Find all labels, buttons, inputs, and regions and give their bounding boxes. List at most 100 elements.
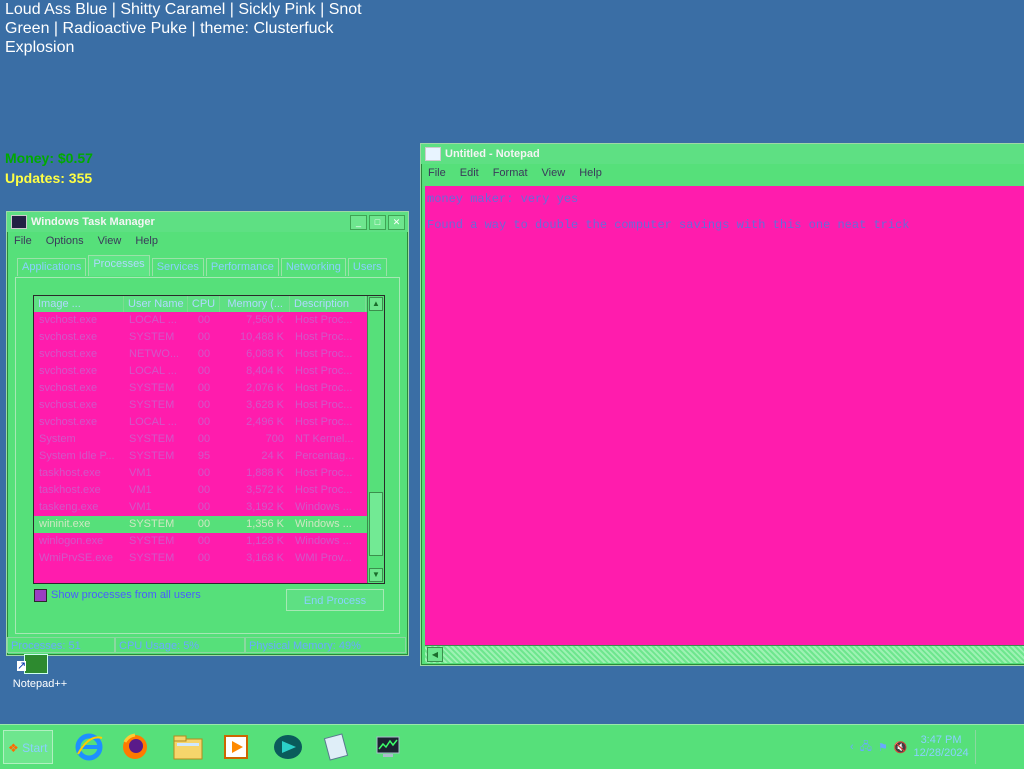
cell-cpu: 00 (197, 433, 211, 445)
tab-applications[interactable]: Applications (17, 258, 87, 276)
column-cpu[interactable]: CPU (188, 296, 220, 312)
task-manager-titlebar[interactable]: Windows Task Manager (7, 212, 408, 232)
cell-memory: 3,628 K (246, 399, 284, 411)
show-all-users-checkbox[interactable] (34, 589, 47, 602)
menu-file[interactable]: File (7, 235, 39, 247)
cell-description: Windows ... (295, 501, 352, 513)
menu-edit[interactable]: Edit (453, 167, 486, 179)
table-row[interactable]: wininit.exe SYSTEM 00 1,356 K Windows ... (34, 516, 384, 533)
volume-muted-icon[interactable]: 🔇 (894, 741, 908, 754)
table-row[interactable]: taskhost.exe VM1 00 1,888 K Host Proc... (34, 465, 384, 482)
start-label: Start (22, 741, 48, 755)
process-rows: svchost.exe LOCAL ... 00 7,560 K Host Proc..… (34, 312, 384, 567)
cell-memory: 8,404 K (246, 365, 284, 377)
end-process-button[interactable]: End Process (286, 589, 384, 611)
notepad-taskbar-icon[interactable] (314, 729, 358, 765)
tab-users[interactable]: Users (347, 258, 387, 276)
menu-file[interactable]: File (421, 167, 453, 179)
table-row[interactable]: svchost.exe NETWO... 00 6,088 K Host Proc... (34, 346, 384, 363)
network-icon[interactable]: 🖧 (860, 738, 872, 757)
table-row[interactable]: svchost.exe SYSTEM 00 3,628 K Host Proc... (34, 397, 384, 414)
clock[interactable]: 3:47 PM 12/28/2024 (914, 734, 969, 760)
scroll-left-arrow[interactable]: ◀ (427, 647, 443, 662)
table-row[interactable]: svchost.exe LOCAL ... 00 8,404 K Host Proc..… (34, 363, 384, 380)
task-manager-statusbar: Processes: 51 CPU Usage: 5% Physical Mem… (7, 637, 408, 655)
notepad-menubar: File Edit Format View Help (421, 164, 1024, 182)
process-list-scrollbar[interactable]: ▲ ▼ (367, 296, 384, 583)
task-manager-taskbar-icon[interactable] (366, 729, 410, 765)
cell-cpu: 00 (197, 484, 211, 496)
media-player-icon[interactable] (214, 729, 258, 765)
menu-help[interactable]: Help (128, 235, 165, 247)
show-all-users-label[interactable]: Show processes from all users (51, 589, 201, 601)
cell-image-name: svchost.exe (39, 314, 98, 326)
scroll-up-arrow[interactable]: ▲ (369, 297, 383, 311)
tab-services[interactable]: Services (151, 258, 204, 276)
table-row[interactable]: svchost.exe SYSTEM 00 10,488 K Host Proc... (34, 329, 384, 346)
menu-options[interactable]: Options (39, 235, 91, 247)
cell-description: Host Proc... (295, 382, 353, 394)
column-user-name[interactable]: User Name (124, 296, 188, 312)
menu-format[interactable]: Format (486, 167, 535, 179)
table-row[interactable]: taskhost.exe VM1 00 3,572 K Host Proc... (34, 482, 384, 499)
table-row[interactable]: svchost.exe SYSTEM 00 2,076 K Host Proc... (34, 380, 384, 397)
tab-processes[interactable]: Processes (88, 255, 150, 276)
cell-description: Host Proc... (295, 331, 353, 343)
cell-image-name: svchost.exe (39, 399, 98, 411)
notepad-titlebar[interactable]: Untitled - Notepad (421, 144, 1024, 164)
maximize-button[interactable]: □ (369, 215, 386, 230)
cell-description: Host Proc... (295, 416, 353, 428)
cell-description: Host Proc... (295, 314, 353, 326)
cell-user-name: LOCAL ... (129, 365, 177, 377)
show-desktop-button[interactable] (974, 730, 986, 764)
firefox-icon[interactable] (113, 729, 157, 765)
tab-networking[interactable]: Networking (280, 258, 346, 276)
process-list-header: Image ... User Name CPU Memory (... Desc… (34, 296, 384, 312)
table-row[interactable]: svchost.exe LOCAL ... 00 2,496 K Host Proc..… (34, 414, 384, 431)
cell-user-name: SYSTEM (129, 535, 175, 547)
internet-explorer-icon[interactable] (67, 729, 111, 765)
cell-cpu: 00 (197, 467, 211, 479)
menu-help[interactable]: Help (572, 167, 609, 179)
cell-memory: 1,356 K (246, 518, 284, 530)
cell-user-name: VM1 (129, 501, 152, 513)
menu-view[interactable]: View (535, 167, 573, 179)
cell-image-name: taskhost.exe (39, 484, 101, 496)
action-center-flag-icon[interactable]: ⚑ (878, 741, 888, 754)
tray-expand-icon[interactable]: ‹ (850, 741, 854, 753)
tab-performance[interactable]: Performance (205, 258, 279, 276)
table-row[interactable]: svchost.exe LOCAL ... 00 7,560 K Host Proc..… (34, 312, 384, 329)
scroll-thumb[interactable] (369, 492, 383, 556)
start-button[interactable]: ❖ Start (3, 730, 53, 764)
minimize-button[interactable]: _ (350, 215, 367, 230)
cell-cpu: 00 (197, 535, 211, 547)
desktop-icon-notepad-plus-plus[interactable]: Notepad++ (10, 654, 70, 690)
cell-description: NT Kernel... (295, 433, 354, 445)
cell-image-name: svchost.exe (39, 382, 98, 394)
cell-memory: 1,888 K (246, 467, 284, 479)
file-explorer-icon[interactable] (166, 729, 210, 765)
notepad-text-area[interactable]: money maker: very yes Found a way to dou… (425, 186, 1024, 645)
clock-date: 12/28/2024 (913, 747, 969, 759)
notepad-horizontal-scrollbar[interactable]: ◀ (425, 645, 1024, 663)
task-manager-title: Windows Task Manager (31, 216, 155, 228)
cell-user-name: VM1 (129, 484, 152, 496)
column-description[interactable]: Description (290, 296, 366, 312)
table-row[interactable]: taskeng.exe VM1 00 3,192 K Windows ... (34, 499, 384, 516)
taskbar: ❖ Start ‹ 🖧 ⚑ 🔇 3:47 PM 12/28/2024 (0, 724, 1024, 769)
table-row[interactable]: System SYSTEM 00 700 NT Kernel... (34, 431, 384, 448)
table-row[interactable]: System Idle P... SYSTEM 95 24 K Percentag... (34, 448, 384, 465)
table-row[interactable]: WmiPrvSE.exe SYSTEM 00 3,168 K WMI Prov... (34, 550, 384, 567)
cell-user-name: SYSTEM (129, 382, 175, 394)
app-icon[interactable] (266, 729, 310, 765)
table-row[interactable]: winlogon.exe SYSTEM 00 1,128 K Windows ... (34, 533, 384, 550)
close-button[interactable]: ✕ (388, 215, 405, 230)
menu-view[interactable]: View (91, 235, 129, 247)
column-image-name[interactable]: Image ... (34, 296, 124, 312)
column-memory[interactable]: Memory (... (220, 296, 290, 312)
scroll-down-arrow[interactable]: ▼ (369, 568, 383, 582)
cell-memory: 3,168 K (246, 552, 284, 564)
desktop-icon-label: Notepad++ (12, 678, 68, 690)
task-manager-icon (11, 215, 27, 229)
cell-user-name: SYSTEM (129, 399, 175, 411)
